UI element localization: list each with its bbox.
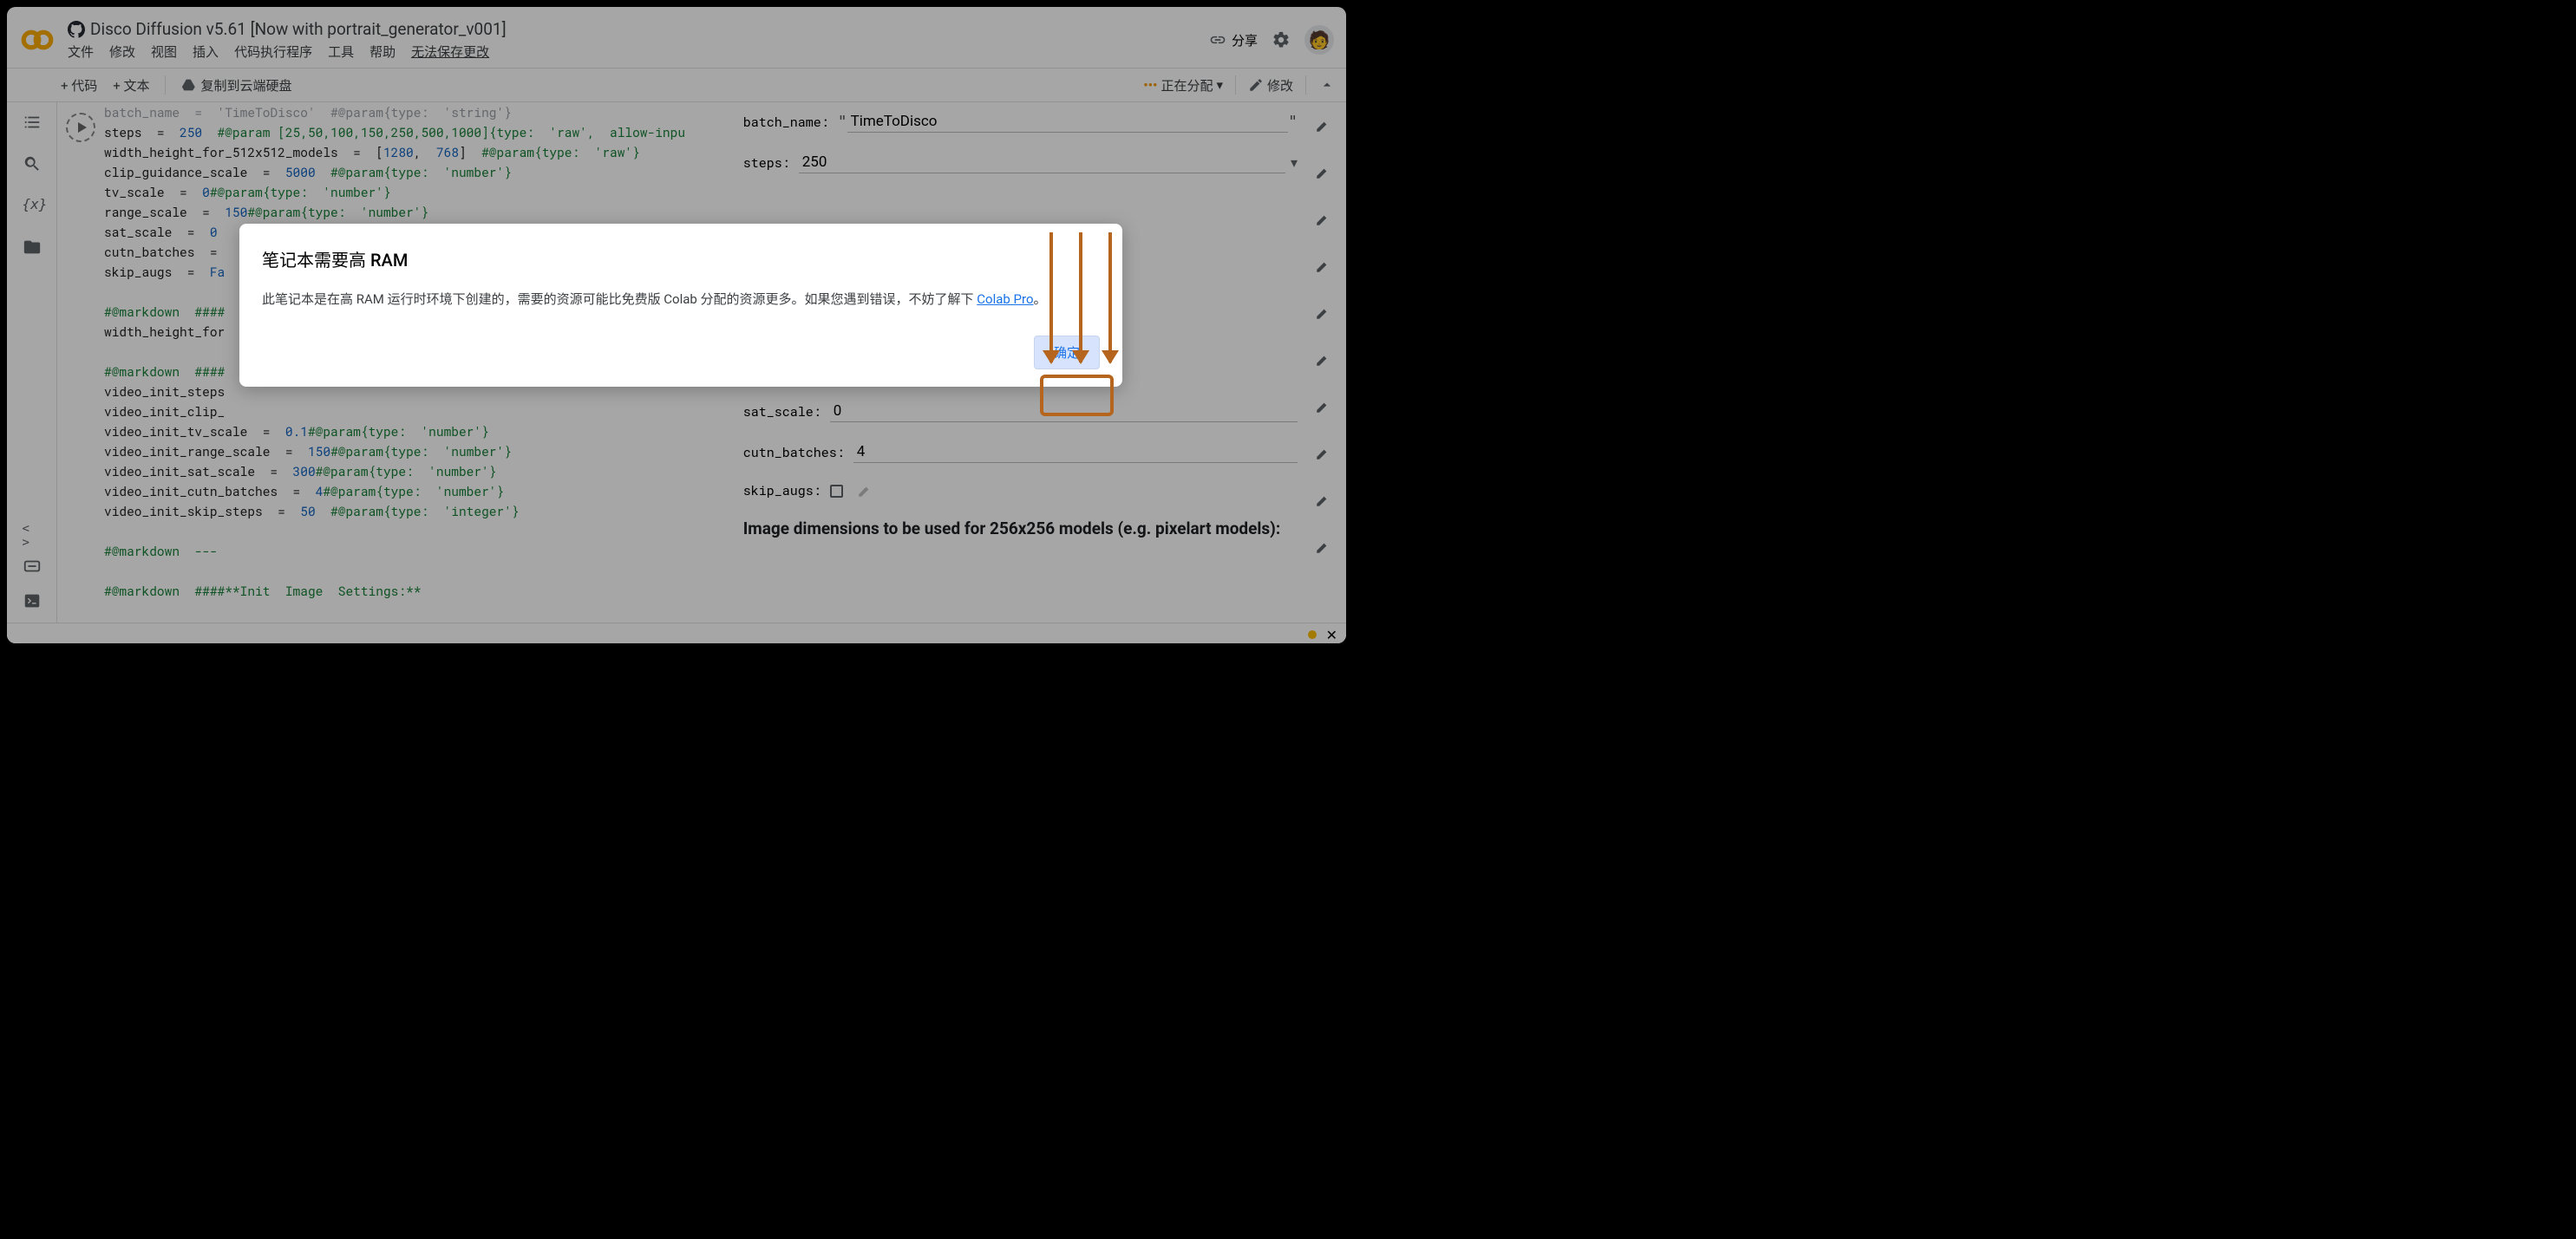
- code-line: #@markdown ---: [104, 541, 728, 561]
- pencil-icon[interactable]: [1315, 539, 1330, 555]
- code-line: batch_name = 'TimeToDisco' #@param{type:…: [104, 102, 728, 122]
- pencil-icon[interactable]: [1315, 399, 1330, 414]
- edit-button[interactable]: 修改: [1248, 76, 1293, 95]
- menu-bar: 文件 修改 视图 插入 代码执行程序 工具 帮助 无法保存更改: [68, 42, 1209, 61]
- menu-insert[interactable]: 插入: [193, 42, 219, 61]
- dialog-body: 此笔记本是在高 RAM 运行时环境下创建的，需要的资源可能比免费版 Colab …: [262, 289, 1100, 310]
- pencil-icon[interactable]: [1315, 118, 1330, 134]
- code-line: video_init_tv_scale = 0.1#@param{type: '…: [104, 421, 728, 441]
- form-row-batch-name: batch_name: " ": [743, 111, 1298, 133]
- form-label: cutn_batches:: [743, 444, 845, 461]
- colab-logo-icon: [19, 22, 56, 58]
- pencil-icon[interactable]: [1315, 446, 1330, 461]
- form-label: skip_augs:: [743, 482, 821, 499]
- quote: ": [1288, 113, 1298, 131]
- link-icon: [1209, 31, 1226, 49]
- copy-drive-label: 复制到云端硬盘: [200, 76, 291, 95]
- avatar[interactable]: 🧑: [1304, 25, 1334, 55]
- pencil-icon[interactable]: [857, 483, 873, 499]
- pencil-icon[interactable]: [1315, 352, 1330, 368]
- search-icon[interactable]: [23, 154, 42, 173]
- variables-icon[interactable]: {x}: [23, 196, 42, 215]
- menu-tools[interactable]: 工具: [328, 42, 354, 61]
- form-label: steps:: [743, 154, 790, 172]
- code-line: range_scale = 150#@param{type: 'number'}: [104, 202, 728, 222]
- code-line: clip_guidance_scale = 5000 #@param{type:…: [104, 162, 728, 182]
- allocating-label: 正在分配: [1161, 76, 1213, 95]
- ok-button[interactable]: 确定: [1034, 336, 1100, 369]
- chevron-down-icon[interactable]: ▾: [1291, 154, 1298, 171]
- terminal-icon[interactable]: [23, 591, 42, 610]
- steps-input[interactable]: [799, 152, 1285, 173]
- menu-file[interactable]: 文件: [68, 42, 94, 61]
- code-line: #@markdown ####**Init Image Settings:**: [104, 581, 728, 601]
- menu-cannot-save[interactable]: 无法保存更改: [411, 42, 489, 61]
- cutn-batches-input[interactable]: [853, 441, 1298, 463]
- status-dot-icon: [1308, 630, 1317, 639]
- form-label: sat_scale:: [743, 403, 821, 421]
- add-text-button[interactable]: + 文本: [113, 76, 149, 95]
- high-ram-dialog: 笔记本需要高 RAM 此笔记本是在高 RAM 运行时环境下创建的，需要的资源可能…: [239, 224, 1122, 387]
- gear-icon[interactable]: [1272, 30, 1291, 49]
- batch-name-input[interactable]: [847, 111, 1289, 133]
- chevron-up-icon[interactable]: [1318, 76, 1336, 94]
- dropdown-arrow-icon: ▾: [1216, 77, 1223, 93]
- pencil-icon[interactable]: [1315, 212, 1330, 227]
- menu-runtime[interactable]: 代码执行程序: [234, 42, 312, 61]
- share-label: 分享: [1232, 31, 1258, 49]
- form-row-skip-augs: skip_augs:: [743, 482, 1298, 499]
- pencil-icon: [1248, 77, 1264, 93]
- form-row-sat-scale: sat_scale:: [743, 401, 1298, 422]
- dialog-title: 笔记本需要高 RAM: [262, 246, 1100, 271]
- menu-edit[interactable]: 修改: [109, 42, 135, 61]
- folder-icon[interactable]: [23, 238, 42, 257]
- pencil-icon[interactable]: [1315, 492, 1330, 508]
- divider: [1305, 75, 1306, 95]
- toolbar: + 代码 + 文本 复制到云端硬盘 ••• 正在分配 ▾ 修改: [7, 68, 1346, 102]
- close-icon[interactable]: ✕: [1326, 627, 1337, 643]
- toc-icon[interactable]: [23, 113, 42, 132]
- loading-dots-icon: •••: [1143, 77, 1157, 93]
- sidebar: {x} < >: [7, 102, 57, 623]
- copy-to-drive-button[interactable]: 复制到云端硬盘: [181, 76, 291, 95]
- code-line: [104, 561, 728, 581]
- pencil-icon[interactable]: [1315, 258, 1330, 274]
- command-palette-icon[interactable]: [23, 557, 42, 576]
- code-line: video_init_clip_: [104, 401, 728, 421]
- form-row-cutn-batches: cutn_batches:: [743, 441, 1298, 463]
- code-snippet-icon[interactable]: < >: [23, 522, 42, 541]
- colab-pro-link[interactable]: Colab Pro: [977, 291, 1033, 307]
- code-line: video_init_cutn_batches = 4#@param{type:…: [104, 481, 728, 501]
- menu-view[interactable]: 视图: [151, 42, 177, 61]
- add-code-button[interactable]: + 代码: [61, 76, 97, 95]
- status-bar: ✕: [7, 623, 1346, 643]
- sat-scale-input[interactable]: [830, 401, 1298, 422]
- drive-icon: [181, 77, 197, 93]
- divider: [165, 75, 166, 95]
- quote: ": [838, 113, 847, 131]
- menu-help[interactable]: 帮助: [369, 42, 396, 61]
- code-line: video_init_sat_scale = 300#@param{type: …: [104, 461, 728, 481]
- notebook-title[interactable]: Disco Diffusion v5.61 [Now with portrait…: [90, 19, 507, 39]
- runtime-status[interactable]: ••• 正在分配 ▾: [1143, 76, 1223, 95]
- header: Disco Diffusion v5.61 [Now with portrait…: [7, 7, 1346, 68]
- run-cell-button[interactable]: [66, 113, 95, 142]
- form-row-steps: steps: ▾: [743, 152, 1298, 173]
- pencil-icon[interactable]: [1315, 305, 1330, 321]
- pencil-icon[interactable]: [1315, 165, 1330, 180]
- code-line: width_height_for_512x512_models = [1280,…: [104, 142, 728, 162]
- section-heading: Image dimensions to be used for 256x256 …: [743, 518, 1298, 538]
- code-line: video_init_range_scale = 150#@param{type…: [104, 441, 728, 461]
- github-icon: [68, 21, 85, 38]
- share-button[interactable]: 分享: [1209, 31, 1258, 49]
- edit-label: 修改: [1267, 76, 1293, 95]
- code-line: [104, 521, 728, 541]
- skip-augs-checkbox[interactable]: [830, 485, 843, 498]
- form-label: batch_name:: [743, 114, 829, 131]
- divider: [1235, 75, 1236, 95]
- code-line: video_init_skip_steps = 50 #@param{type:…: [104, 501, 728, 521]
- code-line: steps = 250 #@param [25,50,100,150,250,5…: [104, 122, 728, 142]
- code-line: tv_scale = 0#@param{type: 'number'}: [104, 182, 728, 202]
